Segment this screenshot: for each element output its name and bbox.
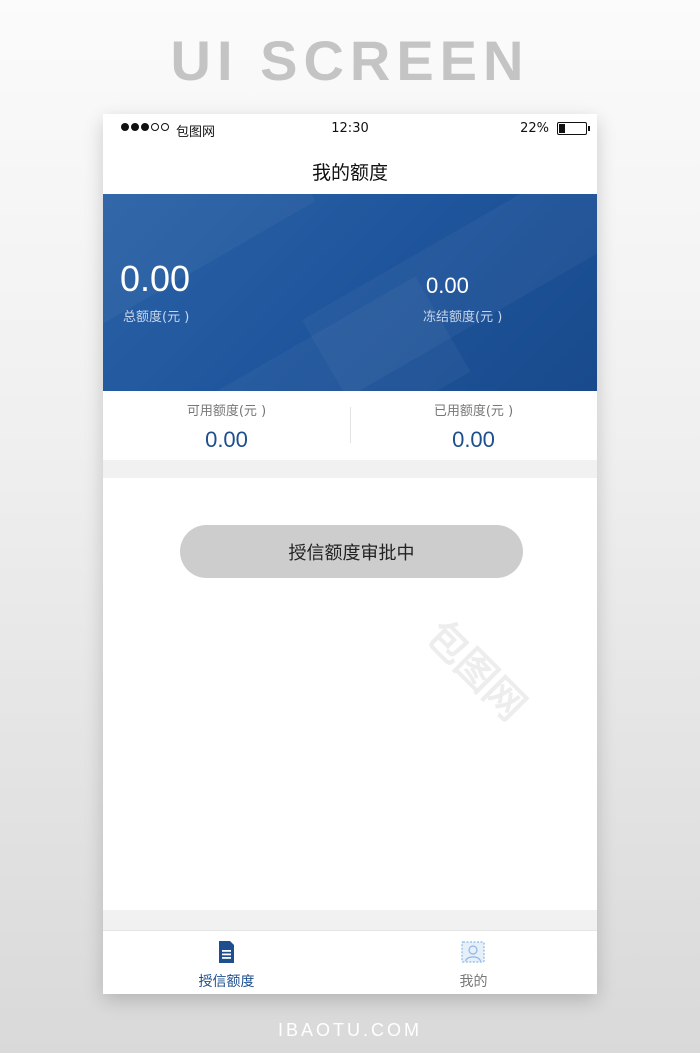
tab-mine[interactable]: 我的: [350, 931, 597, 994]
battery-percent: 22%: [520, 121, 549, 136]
quota-card: 0.00 总额度(元 ) 0.00 冻结额度(元 ): [103, 194, 597, 391]
tab-credit-quota[interactable]: 授信额度: [103, 931, 350, 994]
used-quota-value: 0.00: [452, 427, 495, 452]
page-title: 我的额度: [311, 162, 388, 184]
credit-approval-pending-button[interactable]: 授信额度审批中: [180, 525, 523, 578]
tab-bar: 授信额度 我的: [103, 930, 597, 994]
used-quota: 已用额度(元 ) 0.00: [350, 400, 597, 453]
bottom-divider: [103, 910, 597, 930]
tab-mine-label: 我的: [459, 974, 488, 990]
section-divider: [103, 460, 597, 478]
total-quota-label: 总额度(元 ): [123, 310, 190, 325]
phone-screen: 包图网 12:30 22% 我的额度 0.00 总额度(元 ) 0.00 冻结额…: [103, 114, 597, 994]
page-heading: UI SCREEN: [170, 29, 530, 92]
used-quota-label: 已用额度(元 ): [433, 404, 514, 419]
available-quota-label: 可用额度(元 ): [186, 404, 267, 419]
available-quota-value: 0.00: [205, 427, 248, 452]
total-quota-value: 0.00: [120, 258, 191, 299]
page-footer: IBAOTU.COM: [277, 1020, 422, 1040]
frozen-quota-value: 0.00: [426, 273, 469, 298]
battery-icon: [557, 122, 590, 135]
tab-credit-quota-label: 授信额度: [198, 974, 255, 990]
frozen-quota-label: 冻结额度(元 ): [423, 310, 503, 325]
document-icon: [219, 941, 234, 963]
watermark-text: 包图网: [417, 612, 535, 730]
profile-icon: [461, 941, 485, 963]
available-quota: 可用额度(元 ) 0.00: [103, 400, 350, 453]
status-bar: 包图网 12:30 22%: [103, 114, 597, 144]
